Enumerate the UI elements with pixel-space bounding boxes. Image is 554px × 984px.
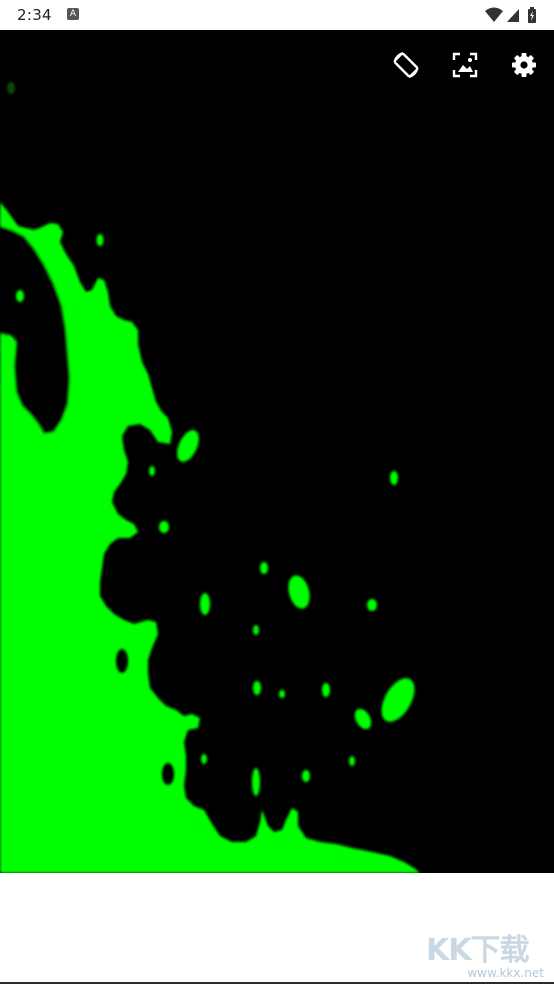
status-icons	[484, 5, 542, 25]
signal-icon	[507, 9, 519, 22]
status-time: 2:34	[17, 6, 52, 24]
watermark-logo: KK下载 www.kkx.net	[426, 925, 548, 983]
bottom-panel: KK下载 www.kkx.net	[0, 873, 554, 984]
fluid-splatter	[0, 82, 420, 873]
rotate-screen-button[interactable]	[389, 48, 423, 82]
watermark-text: KK下载	[426, 933, 529, 968]
screen-rotation-icon	[393, 52, 419, 78]
settings-button[interactable]	[507, 48, 541, 82]
battery-charging-icon	[528, 7, 536, 23]
wifi-icon	[485, 7, 503, 22]
watermark-url: www.kkx.net	[467, 966, 544, 980]
gear-icon	[512, 53, 536, 77]
image-select-icon	[452, 52, 478, 78]
fluid-canvas[interactable]	[0, 30, 554, 873]
status-bar: 2:34 A	[0, 0, 554, 30]
a-notification-icon: A	[67, 8, 79, 20]
background-image-button[interactable]	[448, 48, 482, 82]
